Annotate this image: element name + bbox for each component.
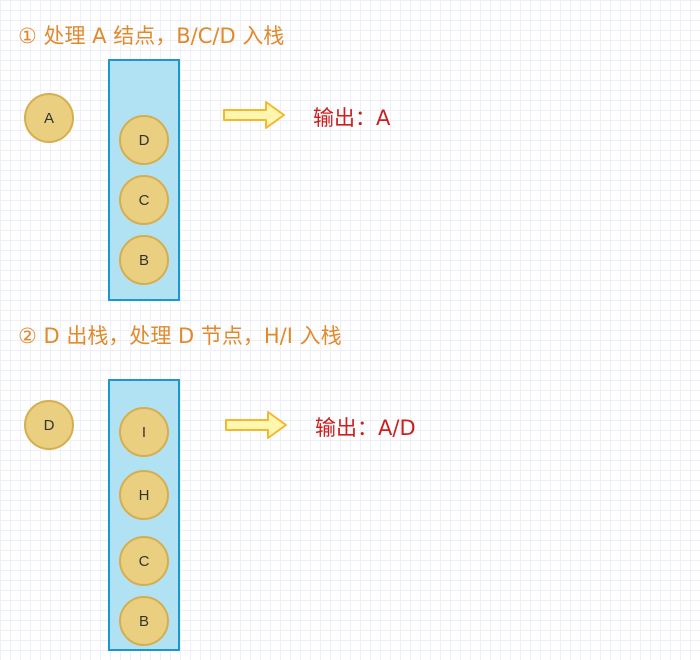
- stack-node: I: [119, 407, 169, 457]
- stack-node: H: [119, 470, 169, 520]
- right-arrow-icon: [225, 411, 287, 439]
- step-1-title: ① 处理 A 结点，B/C/D 入栈: [18, 24, 285, 48]
- stack-node: B: [119, 596, 169, 646]
- stack-node: B: [119, 235, 169, 285]
- output-step-1: 输出：A: [313, 106, 391, 130]
- stack-node: C: [119, 536, 169, 586]
- stack-node: C: [119, 175, 169, 225]
- output-step-2: 输出：A/D: [315, 416, 416, 440]
- stack-node: D: [119, 115, 169, 165]
- step-2-title: ② D 出栈，处理 D 节点，H/I 入栈: [18, 324, 342, 348]
- current-node-a: A: [24, 93, 74, 143]
- right-arrow-icon: [223, 101, 285, 129]
- current-node-d: D: [24, 400, 74, 450]
